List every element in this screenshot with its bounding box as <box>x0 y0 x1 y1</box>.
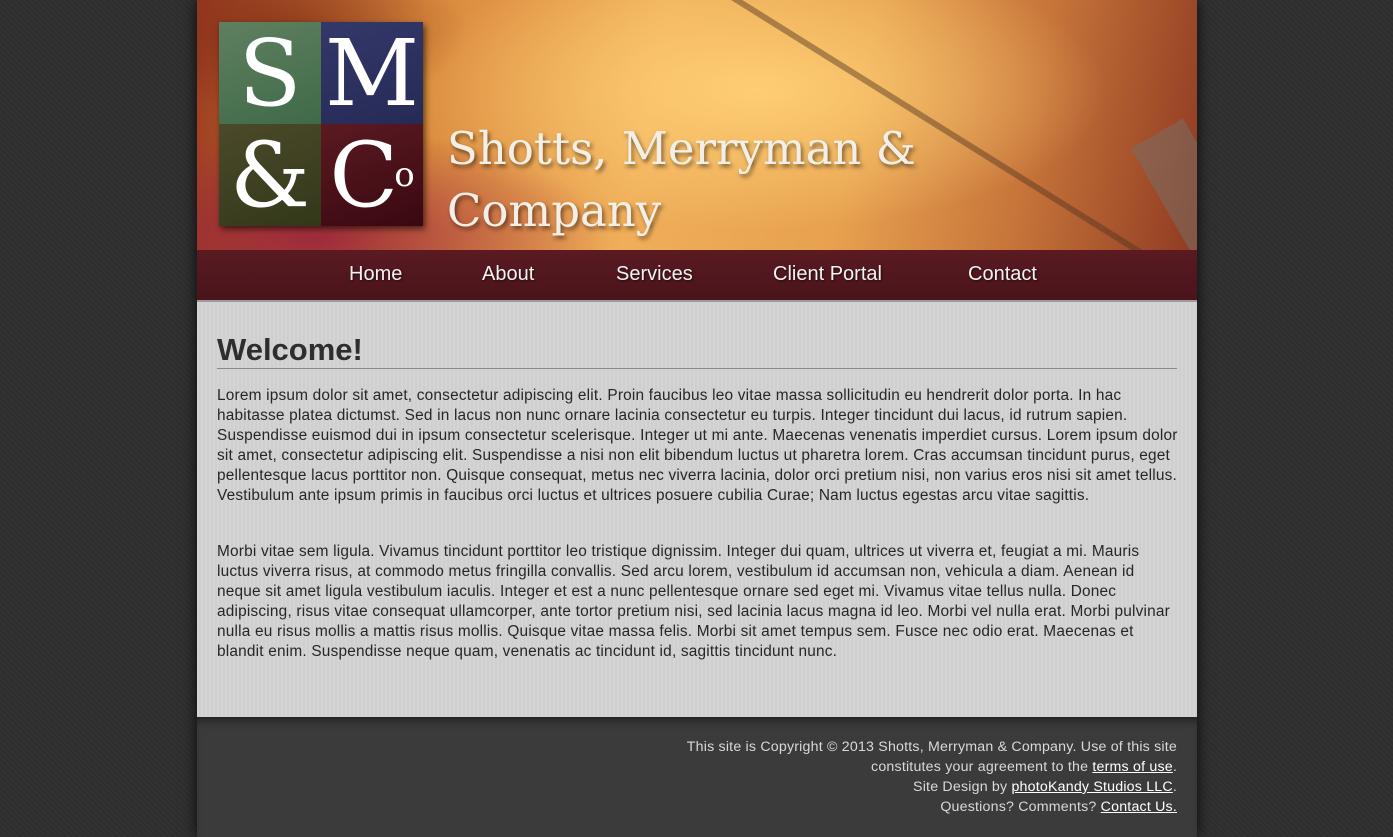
main-content: Welcome! Lorem ipsum dolor sit amet, con… <box>197 302 1197 717</box>
footer-questions-label: Questions? Comments? <box>940 799 1097 815</box>
logo-superscript-o: o <box>394 155 415 195</box>
site-designer-link[interactable]: photoKandy Studios LLC <box>1011 779 1172 795</box>
logo-letter-m: M <box>321 22 423 124</box>
footer-design-label: Site Design by <box>913 779 1008 795</box>
nav-item-contact[interactable]: Contact <box>968 263 1037 286</box>
company-logo[interactable]: S M & Co <box>219 22 423 226</box>
logo-letter-co: Co <box>321 124 423 226</box>
nav-item-services[interactable]: Services <box>616 263 693 286</box>
content-paragraph-1: Lorem ipsum dolor sit amet, consectetur … <box>217 387 1178 504</box>
contact-us-link[interactable]: Contact Us. <box>1101 799 1177 815</box>
terms-of-use-link[interactable]: terms of use <box>1092 759 1172 775</box>
page-heading: Welcome! <box>217 332 1177 369</box>
content-paragraph-2: Morbi vitae sem ligula. Vivamus tincidun… <box>217 543 1170 660</box>
page-container: S M & Co Shotts, Merryman & Company Home … <box>197 0 1197 837</box>
footer-terms-period: . <box>1172 759 1177 775</box>
site-title-line2: Company <box>447 184 662 237</box>
site-footer: This site is Copyright © 2013 Shotts, Me… <box>197 717 1197 837</box>
header-background-shape <box>1131 118 1197 250</box>
nav-item-about[interactable]: About <box>482 263 534 286</box>
nav-item-home[interactable]: Home <box>349 263 402 286</box>
site-title-line1: Shotts, Merryman & <box>447 122 916 175</box>
footer-design-period: . <box>1172 779 1177 795</box>
site-title: Shotts, Merryman & Company <box>447 118 967 242</box>
logo-letter-c: C <box>329 124 399 226</box>
main-navigation: Home About Services Client Portal Contac… <box>197 250 1197 302</box>
nav-item-client-portal[interactable]: Client Portal <box>773 263 882 286</box>
logo-ampersand: & <box>219 124 321 226</box>
logo-letter-s: S <box>219 22 321 124</box>
site-header: S M & Co Shotts, Merryman & Company <box>197 0 1197 250</box>
footer-text: This site is Copyright © 2013 Shotts, Me… <box>657 737 1177 817</box>
